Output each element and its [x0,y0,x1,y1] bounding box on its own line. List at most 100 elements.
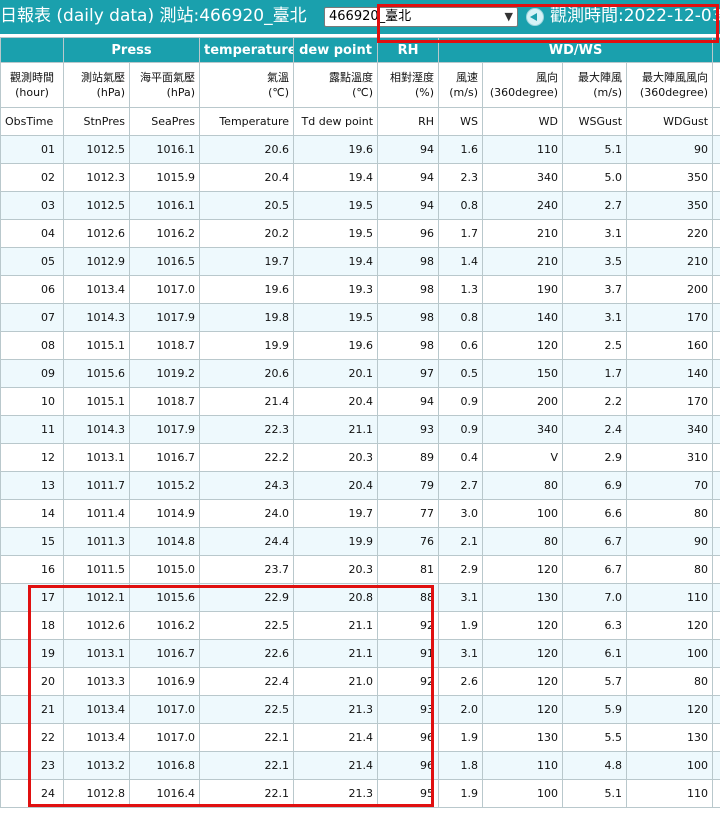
table-cell: 140 [482,303,564,332]
table-cell-filler [712,779,720,808]
table-cell: 2.9 [438,555,484,584]
table-cell-filler [712,387,720,416]
table-cell: 120 [482,331,564,360]
table-cell: 1012.6 [63,611,130,640]
table-cell: 1013.4 [63,723,130,752]
table-cell: 96 [377,219,440,248]
table-cell: 80 [482,527,564,556]
table-cell: 21.4 [199,387,295,416]
table-cell: 1.3 [438,275,484,304]
table-cell: 1016.8 [128,751,201,780]
table-row: 01 1012.5 1016.1 20.6 19.6 94 1.6 110 5.1 90 [0,135,720,164]
table-cell: 20 [0,667,64,696]
table-cell: 1014.3 [63,415,130,444]
table-row: 21 1013.4 1017.0 22.5 21.3 93 2.0 120 5.9 120 [0,695,720,724]
table-cell: 2.4 [562,415,628,444]
col-header-cn: 最大陣風 (m/s) [562,62,628,108]
col-header-cn: 風速 (m/s) [438,62,484,108]
table-cell: 6.7 [562,555,628,584]
table-row: 12 1013.1 1016.7 22.2 20.3 89 0.4 V 2.9 310 [0,443,720,472]
table-cell: 77 [377,499,440,528]
table-cell: 22.9 [199,583,295,612]
table-row: 10 1015.1 1018.7 21.4 20.4 94 0.9 200 2.2 170 [0,387,720,416]
table-cell: 79 [377,471,440,500]
table-cell: 3.7 [562,275,628,304]
table-cell: 19.7 [199,247,295,276]
table-cell: 21.1 [293,415,379,444]
previous-day-button[interactable] [526,8,544,26]
station-select[interactable]: 466920_臺北 ▼ [324,7,518,27]
table-cell: 21.0 [293,667,379,696]
table-cell-filler [712,247,720,276]
table-cell-filler [712,667,720,696]
table-cell: 1015.0 [128,555,201,584]
table-cell: 19.7 [293,499,379,528]
table-cell: 340 [482,415,564,444]
table-row: 19 1013.1 1016.7 22.6 21.1 91 3.1 120 6.1 100 [0,639,720,668]
table-row: 22 1013.4 1017.0 22.1 21.4 96 1.9 130 5.5 130 [0,723,720,752]
table-cell: 340 [482,163,564,192]
table-cell: 1013.4 [63,695,130,724]
table-cell: 20.3 [293,555,379,584]
table-cell: 22.2 [199,443,295,472]
table-cell: 19.4 [293,247,379,276]
table-cell: 20.4 [199,163,295,192]
table-row: 17 1012.1 1015.6 22.9 20.8 88 3.1 130 7.0 110 [0,583,720,612]
table-cell: 22 [0,723,64,752]
table-cell-filler [712,219,720,248]
table-cell: 100 [626,639,714,668]
table-cell: 120 [482,639,564,668]
table-cell: 98 [377,247,440,276]
table-cell: 1014.3 [63,303,130,332]
table-cell: 13 [0,471,64,500]
table-cell: 0.4 [438,443,484,472]
col-header-en: WSGust [562,107,628,136]
english-header-row: ObsTime StnPres SeaPres Temperature Td d… [0,107,720,136]
table-cell: 1012.5 [63,135,130,164]
table-cell: 21.1 [293,639,379,668]
table-cell: 94 [377,163,440,192]
table-cell-filler [712,751,720,780]
table-cell: 2.7 [562,191,628,220]
table-cell: 22.6 [199,639,295,668]
table-cell: 21.3 [293,695,379,724]
table-cell: 2.7 [438,471,484,500]
table-cell: 19.5 [293,219,379,248]
table-cell: 1.9 [438,779,484,808]
table-cell: 350 [626,163,714,192]
col-header-en: WDGust [626,107,714,136]
table-cell: 110 [626,779,714,808]
table-cell: 120 [482,555,564,584]
col-header-filler [712,62,720,108]
table-cell: 1012.5 [63,191,130,220]
group-header-dew-point: dew point [293,37,379,63]
table-cell: 93 [377,695,440,724]
table-cell: 23 [0,751,64,780]
table-cell: 1016.1 [128,191,201,220]
table-cell: 310 [626,443,714,472]
table-cell: 04 [0,219,64,248]
col-header-cn: 觀測時間 (hour) [0,62,64,108]
table-cell: 01 [0,135,64,164]
table-cell: 19.6 [293,135,379,164]
table-cell: 5.1 [562,779,628,808]
table-cell: 240 [482,191,564,220]
table-cell: 1015.9 [128,163,201,192]
table-cell-filler [712,331,720,360]
col-header-cn: 測站氣壓 (hPa) [63,62,130,108]
table-cell: 1011.4 [63,499,130,528]
table-cell: 19.8 [199,303,295,332]
col-header-cn: 露點溫度 (℃) [293,62,379,108]
table-cell: 1014.9 [128,499,201,528]
table-cell: 98 [377,303,440,332]
table-cell: 1013.3 [63,667,130,696]
table-row: 16 1011.5 1015.0 23.7 20.3 81 2.9 120 6.7 80 [0,555,720,584]
table-cell: 19.9 [293,527,379,556]
table-cell: 1015.6 [128,583,201,612]
table-cell: 21.4 [293,751,379,780]
table-cell: 2.1 [438,527,484,556]
table-row: 06 1013.4 1017.0 19.6 19.3 98 1.3 190 3.7 200 [0,275,720,304]
table-cell: 81 [377,555,440,584]
col-header-cn: 風向 (360degree) [482,62,564,108]
table-cell: 1016.2 [128,611,201,640]
